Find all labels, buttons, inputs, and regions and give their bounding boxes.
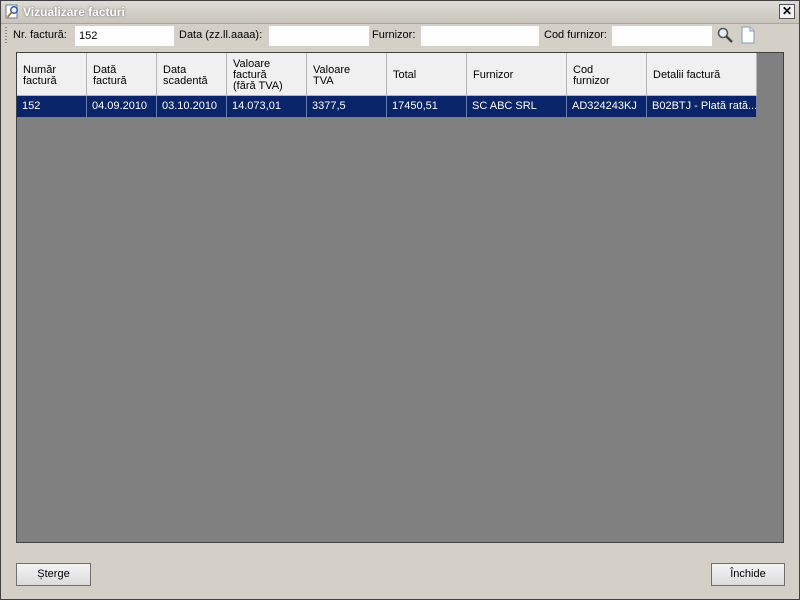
table-row[interactable]: 152 04.09.2010 03.10.2010 14.073,01 3377,5 17…: [17, 96, 757, 117]
header-col-vat-value[interactable]: Valoare TVA: [307, 53, 387, 96]
invoice-number-input[interactable]: [75, 26, 174, 46]
search-icon[interactable]: [716, 26, 734, 44]
cell-vat-value[interactable]: 3377,5: [307, 96, 387, 117]
header-col-invoice-details[interactable]: Detalii factură: [647, 53, 757, 96]
header-col-supplier-code[interactable]: Cod furnizor: [567, 53, 647, 96]
cell-invoice-number[interactable]: 152: [17, 96, 87, 117]
grid-header-row: Număr factură Dată factură Data scadentă Va…: [17, 53, 757, 96]
cell-supplier[interactable]: SC ABC SRL: [467, 96, 567, 117]
header-col-total[interactable]: Total: [387, 53, 467, 96]
supplier-input[interactable]: [421, 26, 539, 46]
cell-total[interactable]: 17450,51: [387, 96, 467, 117]
delete-button[interactable]: Șterge: [16, 563, 91, 586]
supplier-code-label: Cod furnizor:: [544, 29, 607, 41]
cell-invoice-details[interactable]: B02BTJ - Plată rată...: [647, 96, 757, 117]
cell-value-without-vat[interactable]: 14.073,01: [227, 96, 307, 117]
close-button[interactable]: Închide: [711, 563, 785, 586]
app-icon: [5, 4, 18, 19]
header-col-invoice-date[interactable]: Dată factură: [87, 53, 157, 96]
invoice-number-label: Nr. factură:: [13, 29, 67, 41]
title-bar[interactable]: Vizualizare facturi ✕: [1, 1, 799, 24]
window-close-button[interactable]: ✕: [779, 4, 795, 19]
filter-toolbar: Nr. factură: Data (zz.ll.aaaa): Furnizor…: [1, 24, 799, 46]
header-col-supplier[interactable]: Furnizor: [467, 53, 567, 96]
invoice-viewer-window: Vizualizare facturi ✕ Nr. factură: Data …: [0, 0, 800, 600]
cell-supplier-code[interactable]: AD324243KJ: [567, 96, 647, 117]
window-title: Vizualizare facturi: [23, 5, 125, 19]
header-col-value-without-vat[interactable]: Valoare factură (fără TVA): [227, 53, 307, 96]
toolbar-grip[interactable]: [5, 27, 7, 43]
supplier-label: Furnizor:: [372, 29, 416, 41]
new-document-icon[interactable]: [740, 26, 756, 44]
supplier-code-input[interactable]: [612, 26, 712, 46]
date-label: Data (zz.ll.aaaa):: [179, 29, 263, 41]
header-col-due-date[interactable]: Data scadentă: [157, 53, 227, 96]
cell-due-date[interactable]: 03.10.2010: [157, 96, 227, 117]
invoice-grid[interactable]: Număr factură Dată factură Data scadentă Va…: [16, 52, 784, 543]
header-col-invoice-number[interactable]: Număr factură: [17, 53, 87, 96]
date-input[interactable]: [269, 26, 369, 46]
cell-invoice-date[interactable]: 04.09.2010: [87, 96, 157, 117]
